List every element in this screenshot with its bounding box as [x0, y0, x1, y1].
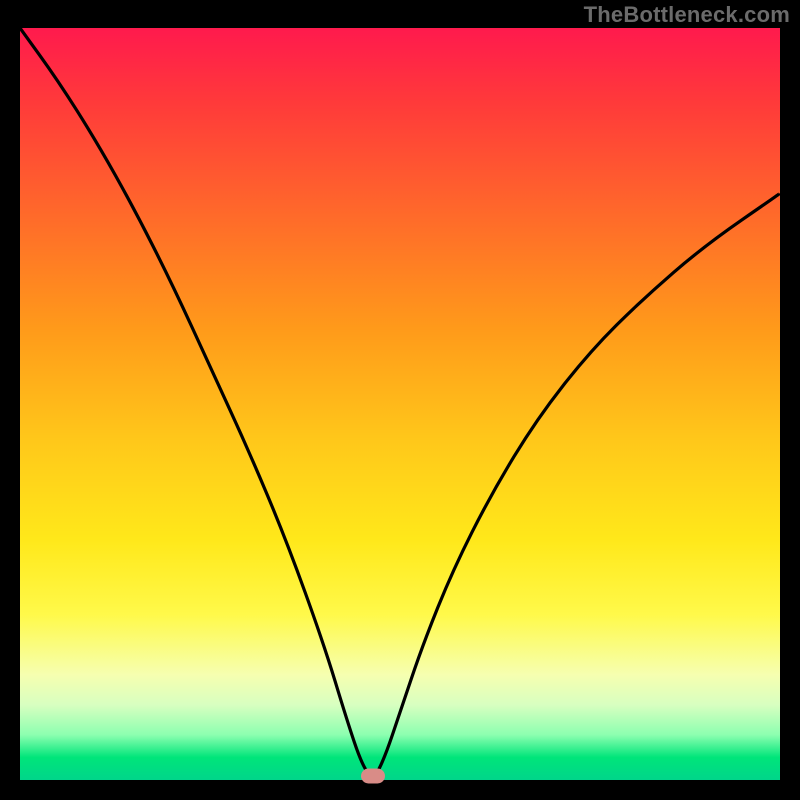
watermark-text: TheBottleneck.com — [584, 2, 790, 28]
plot-area — [20, 28, 780, 780]
minimum-marker — [361, 769, 385, 784]
curve-path — [20, 28, 780, 775]
curve-svg — [20, 28, 780, 780]
chart-frame: TheBottleneck.com — [0, 0, 800, 800]
